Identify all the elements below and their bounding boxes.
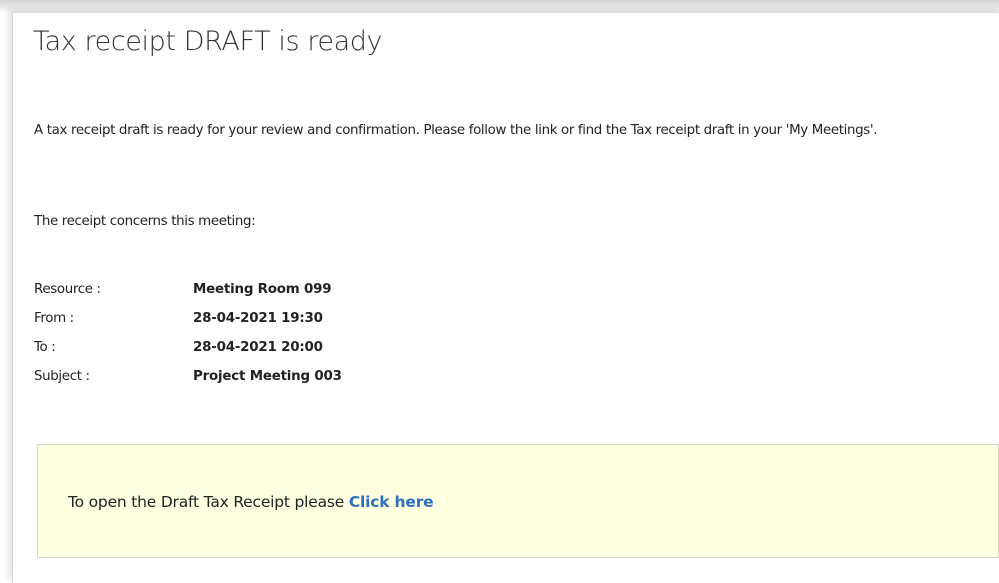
to-value: 28-04-2021 20:00 xyxy=(193,340,323,355)
subject-label: Subject : xyxy=(34,369,90,384)
subject-value: Project Meeting 003 xyxy=(193,369,342,384)
meeting-details: Resource : Meeting Room 099 From : 28-04… xyxy=(34,275,534,391)
from-value: 28-04-2021 19:30 xyxy=(193,311,323,326)
from-label: From : xyxy=(34,311,74,326)
notice-text: To open the Draft Tax Receipt please Cli… xyxy=(68,493,434,511)
email-body: Tax receipt DRAFT is ready A tax receipt… xyxy=(12,12,999,583)
notice-box: To open the Draft Tax Receipt please Cli… xyxy=(37,444,999,558)
notice-message: To open the Draft Tax Receipt please xyxy=(68,493,345,511)
resource-value: Meeting Room 099 xyxy=(193,282,332,297)
intro-paragraph: A tax receipt draft is ready for your re… xyxy=(34,123,878,138)
to-label: To : xyxy=(34,340,56,355)
detail-row-to: To : 28-04-2021 20:00 xyxy=(34,333,534,362)
detail-row-resource: Resource : Meeting Room 099 xyxy=(34,275,534,304)
concerns-text: The receipt concerns this meeting: xyxy=(34,214,256,229)
detail-row-from: From : 28-04-2021 19:30 xyxy=(34,304,534,333)
resource-label: Resource : xyxy=(34,282,101,297)
click-here-link[interactable]: Click here xyxy=(349,493,434,511)
email-title: Tax receipt DRAFT is ready xyxy=(33,26,383,57)
screenshot-frame: Tax receipt DRAFT is ready A tax receipt… xyxy=(0,0,999,583)
detail-row-subject: Subject : Project Meeting 003 xyxy=(34,362,534,391)
